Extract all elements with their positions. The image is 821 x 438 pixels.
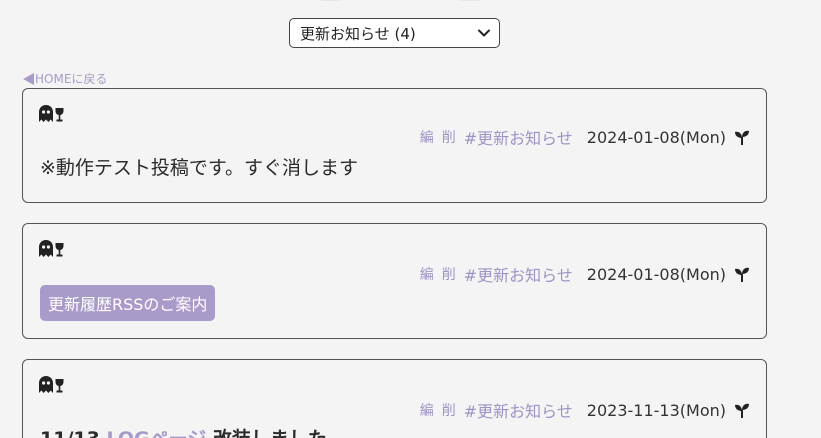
post-card: 編 削 #更新お知らせ 2024-01-08(Mon) ※動作テスト投稿です。す… bbox=[22, 88, 767, 203]
delete-link[interactable]: 削 bbox=[442, 400, 457, 420]
rss-info-button[interactable]: 更新履歴RSSのご案内 bbox=[40, 285, 216, 321]
post-author-icons bbox=[39, 376, 64, 397]
post-body-suffix: 改装しました bbox=[206, 428, 327, 438]
post-date: 2024-01-08(Mon) bbox=[586, 264, 726, 284]
ghost-icon bbox=[39, 240, 53, 261]
wine-glass-icon bbox=[55, 378, 64, 397]
chevron-down-icon bbox=[477, 26, 491, 40]
post-body: 11/13 LOGページ 改装しました bbox=[40, 424, 327, 438]
page: 更新お知らせ (4) HOMEに戻る 編 削 #更新お知らせ 2024-01-0… bbox=[0, 0, 821, 438]
back-home-link[interactable]: HOMEに戻る bbox=[23, 70, 107, 87]
wine-glass-icon bbox=[55, 242, 64, 261]
post-author-icons bbox=[39, 240, 64, 261]
header-decoration bbox=[318, 0, 484, 1]
post-meta: 編 削 #更新お知らせ 2024-01-08(Mon) bbox=[420, 262, 750, 286]
post-card: 編 削 #更新お知らせ 2024-01-08(Mon) 更新履歴RSSのご案内 bbox=[22, 223, 767, 339]
post-tag-link[interactable]: #更新お知らせ bbox=[464, 125, 573, 149]
ghost-icon bbox=[39, 105, 53, 126]
ghost-icon bbox=[39, 376, 53, 397]
edit-link[interactable]: 編 bbox=[420, 127, 435, 147]
post-body: ※動作テスト投稿です。すぐ消します bbox=[40, 157, 359, 179]
log-page-link[interactable]: LOGページ bbox=[106, 428, 206, 438]
sprout-icon[interactable] bbox=[734, 129, 750, 145]
back-home-label: HOMEに戻る bbox=[35, 72, 108, 86]
sprout-icon[interactable] bbox=[734, 266, 750, 282]
post-body-prefix: 11/13 bbox=[40, 428, 106, 438]
category-select-value: 更新お知らせ (4) bbox=[300, 24, 416, 43]
post-card: 編 削 #更新お知らせ 2023-11-13(Mon) 11/13 LOGページ… bbox=[22, 359, 767, 438]
post-tag-link[interactable]: #更新お知らせ bbox=[464, 262, 573, 286]
wine-glass-icon bbox=[55, 107, 64, 126]
edit-link[interactable]: 編 bbox=[420, 264, 435, 284]
back-arrow-icon bbox=[23, 72, 34, 85]
category-select[interactable]: 更新お知らせ (4) bbox=[289, 18, 500, 48]
post-author-icons bbox=[39, 105, 64, 126]
edit-link[interactable]: 編 bbox=[420, 400, 435, 420]
post-date: 2024-01-08(Mon) bbox=[586, 127, 726, 147]
delete-link[interactable]: 削 bbox=[442, 127, 457, 147]
post-meta: 編 削 #更新お知らせ 2023-11-13(Mon) bbox=[420, 398, 750, 422]
post-tag-link[interactable]: #更新お知らせ bbox=[464, 398, 573, 422]
post-date: 2023-11-13(Mon) bbox=[586, 400, 726, 420]
post-meta: 編 削 #更新お知らせ 2024-01-08(Mon) bbox=[420, 125, 750, 149]
delete-link[interactable]: 削 bbox=[442, 264, 457, 284]
sprout-icon[interactable] bbox=[734, 402, 750, 418]
